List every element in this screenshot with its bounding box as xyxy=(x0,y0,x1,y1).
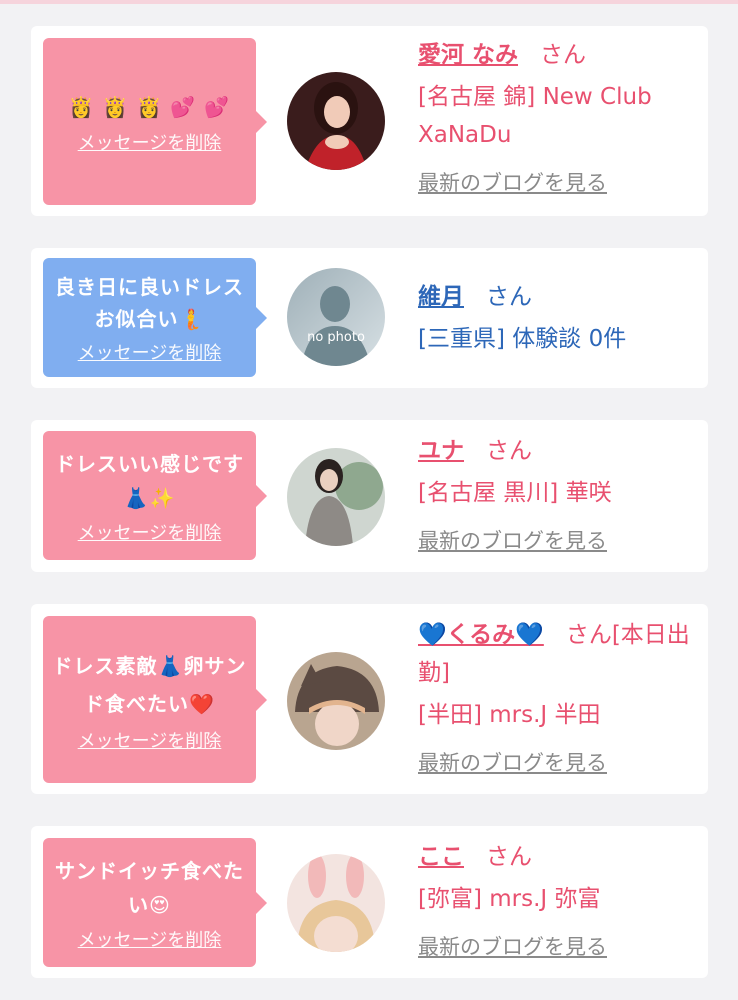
honorific: さん xyxy=(486,284,532,310)
message-text: サンドイッチ食べたい😍 xyxy=(55,858,244,917)
shop-name: [弥富] mrs.J 弥富 xyxy=(418,886,601,912)
message-bubble: 👸 👸 👸 💕 💕 メッセージを削除 xyxy=(43,38,267,205)
message-bubble: ドレス素敵👗卵サンド食べたい❤️ メッセージを削除 xyxy=(43,616,267,783)
delete-message-link[interactable]: メッセージを削除 xyxy=(78,129,222,155)
delete-message-link[interactable]: メッセージを削除 xyxy=(78,926,222,952)
latest-blog-link[interactable]: 最新のブログを見る xyxy=(418,164,700,202)
user-name-link[interactable]: ここ xyxy=(418,844,464,870)
message-bubble: 良き日に良いドレスお似合い🧜 メッセージを削除 xyxy=(43,258,267,377)
latest-blog-link[interactable]: 最新のブログを見る xyxy=(418,928,700,966)
user-info: 💙くるみ💙 さん[本日出勤] [半田] mrs.J 半田 最新のブログを見る xyxy=(418,616,700,782)
user-info: ユナ さん [名古屋 黒川] 華咲 最新のブログを見る xyxy=(418,432,700,560)
shop-name: [名古屋 黒川] 華咲 xyxy=(418,480,612,506)
delete-message-link[interactable]: メッセージを削除 xyxy=(78,519,222,545)
user-info: 維月 さん [三重県] 体験談 0件 xyxy=(418,278,700,358)
message-text: 良き日に良いドレスお似合い🧜 xyxy=(55,274,244,331)
no-photo-label: no photo xyxy=(307,330,365,345)
avatar[interactable] xyxy=(287,652,385,750)
user-name-link[interactable]: 愛河 なみ xyxy=(418,42,518,68)
avatar[interactable] xyxy=(287,448,385,546)
user-name-link[interactable]: 維月 xyxy=(418,284,464,310)
shop-name: [半田] mrs.J 半田 xyxy=(418,702,601,728)
message-text: 👸 👸 👸 💕 💕 xyxy=(68,94,231,119)
top-border xyxy=(0,0,738,4)
avatar[interactable] xyxy=(287,72,385,170)
shop-name: [名古屋 錦] New Club XaNaDu xyxy=(418,84,652,148)
user-name-link[interactable]: ユナ xyxy=(418,438,464,464)
latest-blog-link[interactable]: 最新のブログを見る xyxy=(418,744,700,782)
honorific: さん xyxy=(540,42,587,68)
message-text: ドレス素敵👗卵サンド食べたい❤️ xyxy=(52,653,247,716)
user-name-link[interactable]: 💙くるみ💙 xyxy=(418,622,544,648)
delete-message-link[interactable]: メッセージを削除 xyxy=(78,727,222,753)
delete-message-link[interactable]: メッセージを削除 xyxy=(78,339,222,365)
message-card: ドレス素敵👗卵サンド食べたい❤️ メッセージを削除 💙くるみ💙 さん[本日出勤] … xyxy=(31,604,708,794)
avatar[interactable] xyxy=(287,854,385,952)
message-bubble: サンドイッチ食べたい😍 メッセージを削除 xyxy=(43,838,267,967)
honorific: さん xyxy=(486,844,532,870)
user-info: ここ さん [弥富] mrs.J 弥富 最新のブログを見る xyxy=(418,838,700,966)
message-card: サンドイッチ食べたい😍 メッセージを削除 ここ さん [弥富] mrs.J 弥富 … xyxy=(31,826,708,978)
shop-name: [三重県] 体験談 0件 xyxy=(418,326,627,352)
message-card: 良き日に良いドレスお似合い🧜 メッセージを削除 no photo 維月 さん [三… xyxy=(31,248,708,388)
message-bubble: ドレスいい感じです👗✨ メッセージを削除 xyxy=(43,431,267,560)
latest-blog-link[interactable]: 最新のブログを見る xyxy=(418,522,700,560)
user-info: 愛河 なみ さん [名古屋 錦] New Club XaNaDu 最新のブログを見… xyxy=(418,36,700,202)
avatar-no-photo[interactable]: no photo xyxy=(287,268,385,366)
message-text: ドレスいい感じです👗✨ xyxy=(55,451,244,510)
message-card: 👸 👸 👸 💕 💕 メッセージを削除 愛河 なみ さん [名古屋 錦] New C… xyxy=(31,26,708,216)
message-card: ドレスいい感じです👗✨ メッセージを削除 ユナ さん [名古屋 黒川] 華咲 最新… xyxy=(31,420,708,572)
honorific: さん xyxy=(486,438,532,464)
name-line: 💙くるみ💙 さん[本日出勤] xyxy=(418,616,700,692)
